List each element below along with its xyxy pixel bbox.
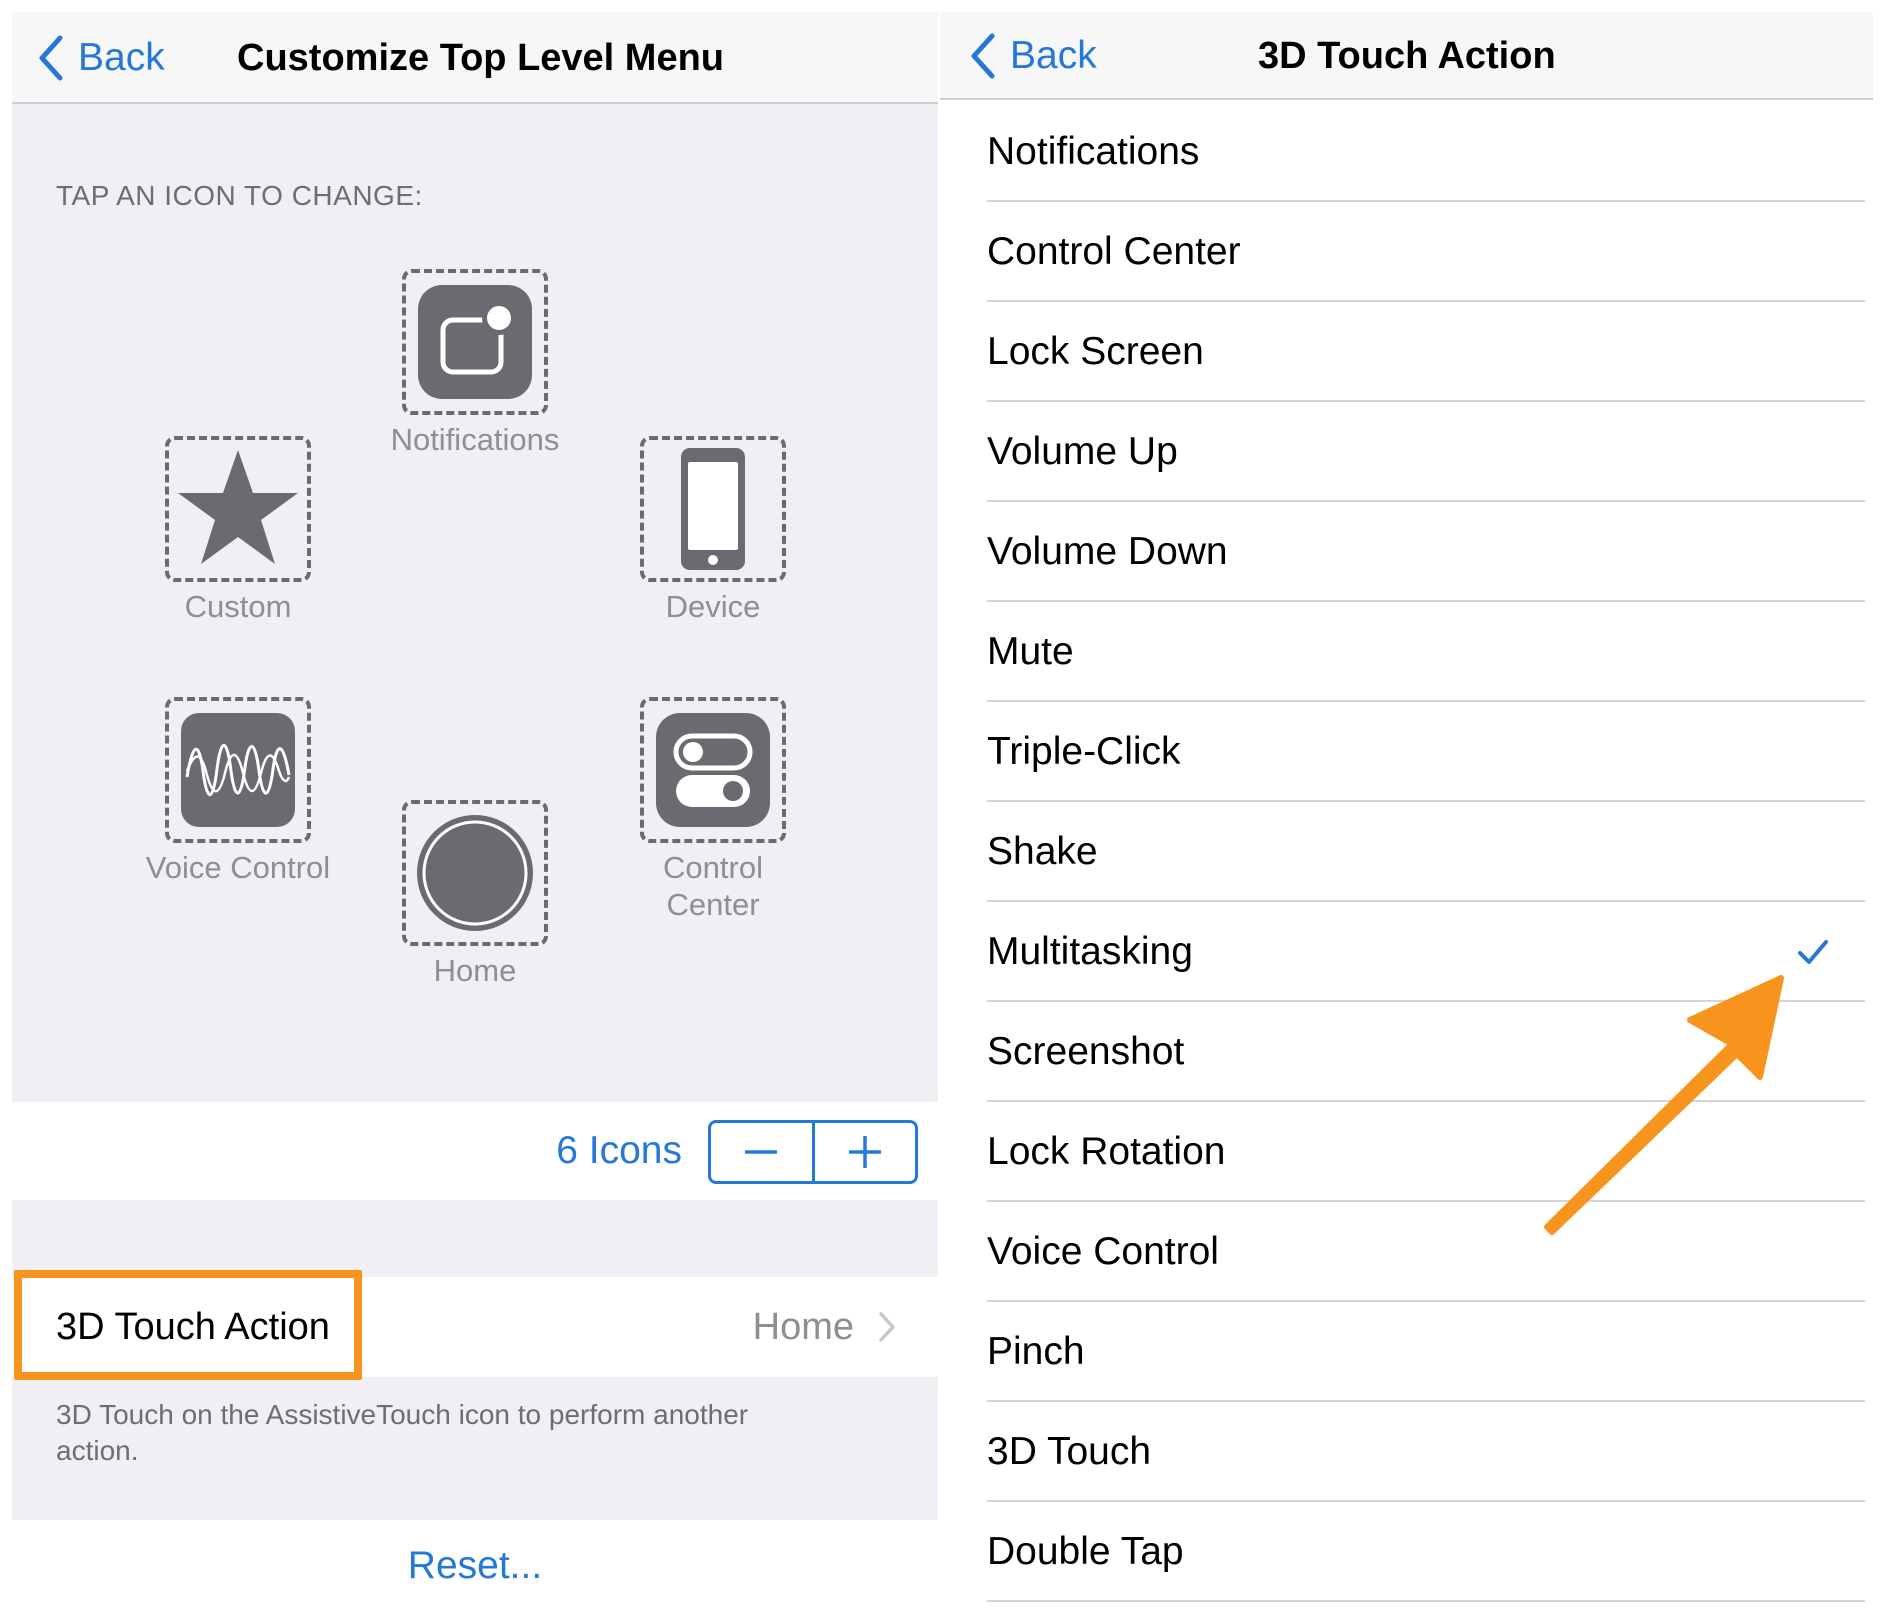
icon-count-stepper [708, 1120, 918, 1184]
checkmark-icon [1798, 940, 1828, 964]
icon-slot-control-center[interactable]: Control Center [593, 697, 833, 923]
highlight-box [14, 1270, 362, 1380]
customize-menu-panel: Back Customize Top Level Menu TAP AN ICO… [12, 12, 938, 1612]
option-row[interactable]: Control Center [940, 202, 1873, 302]
option-label: Lock Screen [987, 330, 1204, 373]
icon-frame[interactable] [640, 697, 786, 843]
navigation-bar: Back Customize Top Level Menu [12, 12, 938, 104]
icon-frame[interactable] [640, 436, 786, 582]
icon-frame[interactable] [165, 436, 311, 582]
icon-slot-home[interactable]: Home [355, 800, 595, 989]
option-label: Pinch [987, 1330, 1085, 1373]
reset-button[interactable]: Reset... [12, 1520, 938, 1612]
page-title: 3D Touch Action [1258, 35, 1556, 77]
plus-icon [848, 1136, 881, 1168]
option-row[interactable]: Lock Rotation [940, 1102, 1873, 1202]
back-label: Back [1010, 34, 1097, 77]
option-row[interactable]: Multitasking [940, 902, 1873, 1002]
icon-frame[interactable] [402, 800, 548, 946]
option-label: Triple-Click [987, 730, 1181, 773]
notifications-icon [418, 285, 532, 399]
icon-count-row: 6 Icons [12, 1102, 938, 1200]
star-icon [178, 450, 298, 564]
option-row[interactable]: Volume Down [940, 502, 1873, 602]
action-option-list: Notifications Control Center Lock Screen Vo… [940, 102, 1873, 1602]
option-label: Screenshot [987, 1030, 1185, 1073]
icon-frame[interactable] [165, 697, 311, 843]
device-phone-icon [681, 448, 745, 570]
decrement-button[interactable] [711, 1123, 815, 1181]
icon-frame[interactable] [402, 269, 548, 415]
icon-label: Voice Control [145, 850, 331, 885]
option-row[interactable]: Notifications [940, 102, 1873, 202]
footer-note: 3D Touch on the AssistiveTouch icon to p… [56, 1399, 749, 1466]
option-row[interactable]: Voice Control [940, 1202, 1873, 1302]
page-title: Customize Top Level Menu [237, 37, 725, 79]
option-row[interactable]: Screenshot [940, 1002, 1873, 1102]
option-label: 3D Touch [987, 1430, 1152, 1473]
option-label: Mute [987, 630, 1074, 673]
back-button[interactable]: Back [36, 12, 165, 104]
option-row[interactable]: Mute [940, 602, 1873, 702]
voice-waveform-icon [181, 713, 295, 827]
icon-slot-notifications[interactable]: Notifications [355, 269, 595, 458]
back-label: Back [78, 36, 165, 79]
option-label: Voice Control [987, 1230, 1219, 1273]
chevron-left-icon [971, 33, 995, 79]
option-label: Multitasking [987, 930, 1193, 973]
icon-count-label: 6 Icons [556, 1129, 682, 1172]
icon-label: Device [665, 589, 761, 624]
option-row[interactable]: Volume Up [940, 402, 1873, 502]
icon-label: Custom [184, 589, 292, 624]
icon-label: Notifications [390, 422, 560, 457]
option-label: Lock Rotation [987, 1130, 1226, 1173]
minus-icon [745, 1150, 778, 1154]
option-label: Double Tap [987, 1530, 1184, 1573]
icon-label: Control Center [663, 850, 763, 922]
row-separator [987, 1600, 1865, 1602]
option-row[interactable]: 3D Touch [940, 1402, 1873, 1502]
option-row[interactable]: Double Tap [940, 1502, 1873, 1602]
option-label: Control Center [987, 230, 1241, 273]
icon-slot-device[interactable]: Device [593, 436, 833, 625]
increment-button[interactable] [815, 1123, 916, 1181]
back-button[interactable]: Back [968, 12, 1097, 100]
section-header: TAP AN ICON TO CHANGE: [56, 180, 423, 211]
option-row[interactable]: Shake [940, 802, 1873, 902]
icon-label: Home [433, 953, 517, 988]
control-center-toggles-icon [656, 713, 770, 827]
option-row[interactable]: Pinch [940, 1302, 1873, 1402]
option-label: Shake [987, 830, 1098, 873]
navigation-bar: Back 3D Touch Action [940, 12, 1873, 100]
3d-touch-action-value: Home [752, 1306, 854, 1348]
icon-slot-voice-control[interactable]: Voice Control [118, 697, 358, 886]
3d-touch-action-panel: Back 3D Touch Action Notifications Contro… [940, 12, 1873, 1612]
chevron-right-icon [879, 1312, 895, 1342]
option-row[interactable]: Lock Screen [940, 302, 1873, 402]
option-label: Volume Up [987, 430, 1178, 473]
chevron-left-icon [39, 35, 63, 81]
option-row[interactable]: Triple-Click [940, 702, 1873, 802]
option-label: Notifications [987, 130, 1200, 173]
home-button-icon [417, 815, 533, 931]
icon-slot-custom[interactable]: Custom [118, 436, 358, 625]
option-label: Volume Down [987, 530, 1228, 573]
